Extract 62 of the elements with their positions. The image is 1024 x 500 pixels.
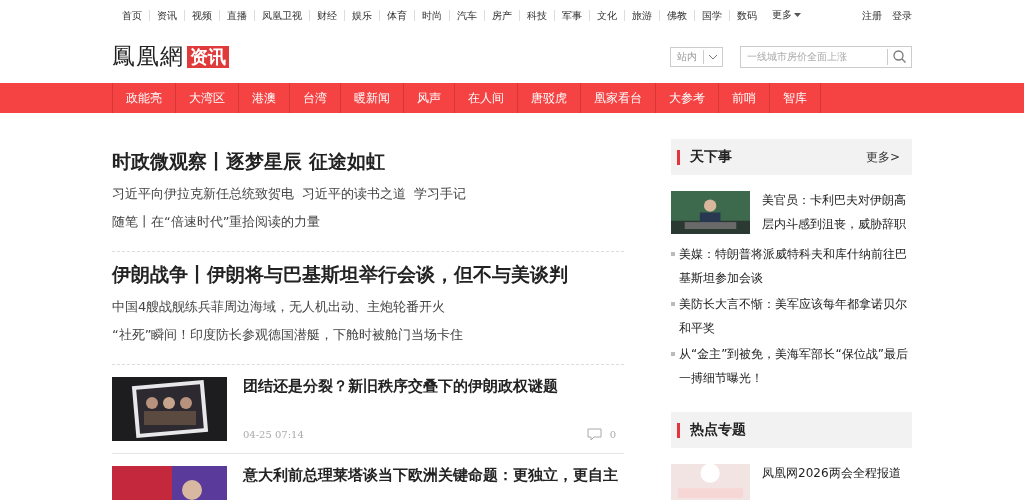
top-nav-link[interactable]: 科技 [519, 9, 554, 21]
top-nav-link[interactable]: 体育 [379, 9, 414, 21]
comment-count: 0 [609, 429, 616, 440]
top-nav-link[interactable]: 房产 [484, 9, 519, 21]
article-title[interactable]: 团结还是分裂？新旧秩序交叠下的伊朗政权谜题 [243, 377, 624, 396]
news-link[interactable]: “社死”瞬间！印度防长参观德国潜艇，下舱时被舱门当场卡住 [112, 326, 464, 344]
caret-icon [794, 13, 801, 17]
channel-nav-link[interactable]: 智库 [769, 83, 821, 113]
channel-badge: 资讯 [187, 45, 229, 68]
top-nav-link[interactable]: 汽车 [449, 9, 484, 21]
news-link[interactable]: 中国4艘战舰练兵菲周边海域，无人机出动、主炮轮番开火 [112, 298, 446, 316]
news-link[interactable]: 习近平的读书之道 [302, 185, 406, 203]
channel-nav-link[interactable]: 港澳 [238, 83, 290, 113]
top-nav-link[interactable]: 数码 [729, 9, 764, 21]
bullet-icon [671, 302, 675, 306]
channel-nav-link[interactable]: 前哨 [718, 83, 770, 113]
comment-icon [586, 428, 602, 441]
channel-nav-link[interactable]: 唐驳虎 [517, 83, 581, 113]
top-nav-link[interactable]: 直播 [219, 9, 254, 21]
channel-nav-link[interactable]: 在人间 [454, 83, 518, 113]
bullet-icon [671, 252, 675, 256]
top-nav-link[interactable]: 佛教 [659, 9, 694, 21]
top-nav-link[interactable]: 首页 [112, 9, 149, 21]
channel-nav-link[interactable]: 凰家看台 [580, 83, 656, 113]
news-link[interactable]: 美官员：卡利巴夫对伊朗高层内斗感到沮丧，威胁辞职 [762, 188, 912, 236]
account-link[interactable]: 登录 [892, 9, 912, 21]
channel-nav-link[interactable]: 暖新闻 [340, 83, 404, 113]
top-nav-link[interactable]: 军事 [554, 9, 589, 21]
top-nav-link[interactable]: 时尚 [414, 9, 449, 21]
section-title: 热点专题 [690, 421, 747, 439]
more-link[interactable]: 更多> [865, 148, 900, 166]
site-logo[interactable]: 鳳凰網 [112, 41, 184, 72]
article-time: 04-25 07:14 [243, 429, 304, 440]
top-nav-link[interactable]: 财经 [309, 9, 344, 21]
bullet-icon [671, 352, 675, 356]
account-link[interactable]: 注册 [862, 9, 882, 21]
channel-nav-link[interactable]: 政能亮 [112, 83, 176, 113]
news-link[interactable]: 习近平向伊拉克新任总统致贺电 [112, 185, 294, 203]
channel-nav-link[interactable]: 大湾区 [175, 83, 239, 113]
article-title[interactable]: 意大利前总理莱塔谈当下欧洲关键命题：更独立，更自主 [243, 466, 624, 485]
search-icon [893, 50, 906, 63]
news-link[interactable]: 学习手记 [414, 185, 466, 203]
chevron-down-icon [708, 53, 718, 60]
headline-link[interactable]: 时政微观察丨逐梦星辰 征途如虹 [112, 149, 624, 175]
news-link[interactable]: 凤凰网2026两会全程报道 [762, 461, 901, 500]
section-title: 天下事 [690, 148, 733, 166]
top-nav-link[interactable]: 国学 [694, 9, 729, 21]
channel-nav-link[interactable]: 大参考 [655, 83, 719, 113]
channel-nav-link[interactable]: 风声 [403, 83, 455, 113]
top-nav-link[interactable]: 娱乐 [344, 9, 379, 21]
news-link[interactable]: 美防长大言不惭：美军应该每年都拿诺贝尔和平奖 [679, 292, 912, 340]
more-menu[interactable]: 更多 [772, 8, 801, 22]
top-nav-link[interactable]: 凤凰卫视 [254, 9, 309, 21]
top-nav-link[interactable]: 旅游 [624, 9, 659, 21]
news-link[interactable]: 随笔丨在“倍速时代”重拾阅读的力量 [112, 213, 321, 231]
top-nav-link[interactable]: 资讯 [149, 9, 184, 21]
news-link[interactable]: 从“金主”到被免，美海军部长“保位战”最后一搏细节曝光！ [679, 342, 912, 390]
top-nav-link[interactable]: 视频 [184, 9, 219, 21]
top-nav-link[interactable]: 文化 [589, 9, 624, 21]
news-link[interactable]: 美媒：特朗普将派威特科夫和库什纳前往巴基斯坦参加会谈 [679, 242, 912, 290]
headline-link[interactable]: 伊朗战争丨伊朗将与巴基斯坦举行会谈，但不与美谈判 [112, 262, 624, 288]
channel-nav-link[interactable]: 台湾 [289, 83, 341, 113]
